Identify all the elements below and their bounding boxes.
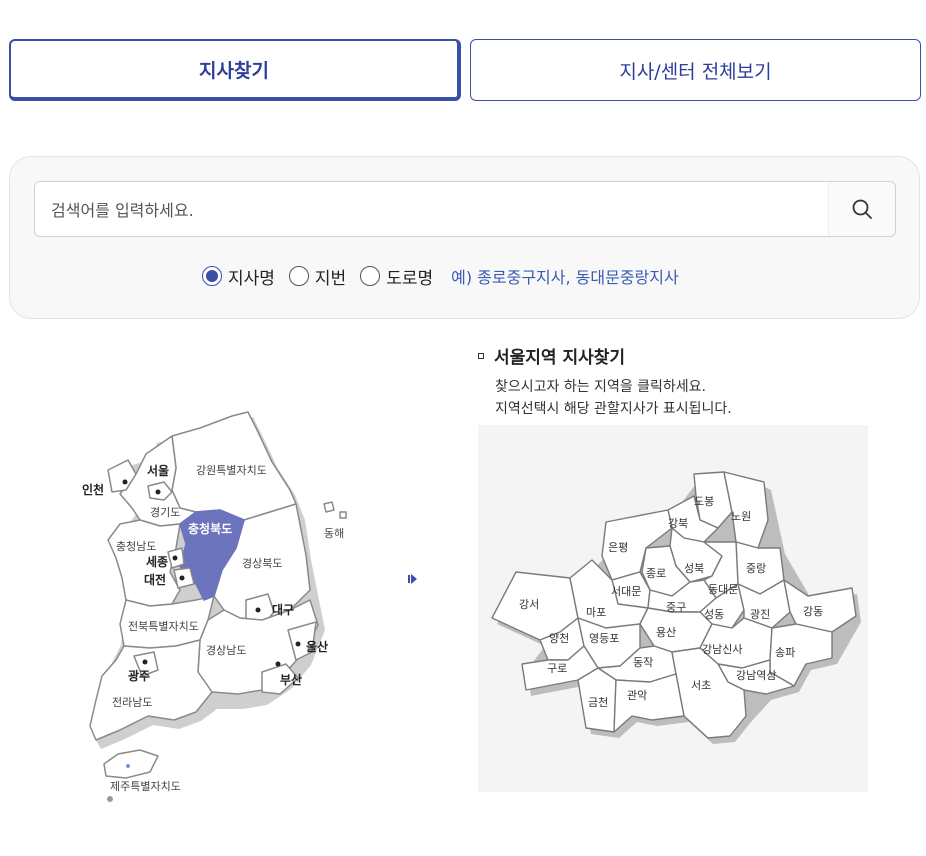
radio-circle [202, 266, 222, 286]
label-gangdong: 강동 [803, 605, 823, 618]
label-yongsan: 용산 [656, 626, 676, 639]
label-daejeon: 대전 [144, 572, 166, 587]
tab-view-all-label: 지사/센터 전체보기 [619, 60, 772, 83]
radio-label: 도로명 [386, 268, 434, 289]
seoul-map: 도봉 노원 강북 은평 성북 중랑 종로 동대문 서대문 강서 마포 중구 성동… [491, 471, 861, 744]
label-gwanak: 관악 [627, 689, 647, 702]
label-eunpyeong: 은평 [608, 541, 628, 554]
region-chungnam[interactable] [107, 519, 181, 607]
label-chungnam: 충청남도 [116, 540, 156, 553]
label-jungnang: 중랑 [746, 562, 766, 575]
label-seongbuk: 성북 [684, 562, 704, 575]
label-guro: 구로 [547, 662, 567, 675]
label-seodaemun: 서대문 [611, 585, 641, 598]
label-mapo: 마포 [586, 606, 606, 619]
label-junggu: 중구 [666, 601, 686, 614]
region-jeju[interactable] [103, 749, 159, 779]
seoul-heading: 서울지역 지사찾기 [478, 343, 625, 368]
label-ulsan: 울산 [306, 639, 328, 654]
radio-label: 지번 [314, 268, 347, 289]
label-jeonbuk: 전북특별자치도 [128, 620, 199, 633]
label-gangnam: 강남신사 [702, 643, 742, 656]
search-type-radios: 지사명 지번 도로명 예) 종로중구지사, 동대문중랑지사 [202, 261, 679, 291]
radio-label: 지사명 [228, 268, 275, 289]
label-gwangju: 광주 [128, 668, 150, 683]
label-gwangjin: 광진 [750, 608, 770, 621]
label-seoul: 서울 [147, 463, 169, 478]
search-button[interactable] [828, 182, 895, 236]
label-gangbuk: 강북 [668, 517, 688, 530]
label-songpa: 송파 [775, 646, 795, 659]
search-example: 예) 종로중구지사, 동대문중랑지사 [451, 268, 679, 287]
label-donghae: 동해 [324, 526, 344, 540]
search-panel: 지사명 지번 도로명 예) 종로중구지사, 동대문중랑지사 [9, 156, 920, 319]
label-seongdong: 성동 [704, 608, 724, 621]
label-dongdaemun: 동대문 [708, 583, 738, 596]
label-yeongdeungpo: 영등포 [589, 632, 619, 645]
label-chungbuk: 충청북도 [188, 521, 232, 536]
label-gyeongbuk: 경상북도 [242, 557, 282, 570]
seoul-desc-2: 지역선택시 해당 관할지사가 표시됩니다. [495, 401, 732, 417]
tab-find-branch[interactable]: 지사찾기 [9, 39, 461, 101]
search-box [34, 181, 896, 238]
label-jeju: 제주특별자치도 [110, 780, 181, 793]
tab-view-all[interactable]: 지사/센터 전체보기 [470, 39, 921, 101]
label-geumcheon: 금천 [588, 695, 608, 709]
label-sejong: 세종 [146, 554, 168, 569]
radio-lot-number[interactable]: 지번 [288, 264, 347, 289]
radio-circle [360, 266, 381, 286]
label-gyeonggi: 경기도 [150, 506, 180, 519]
square-bullet-icon [478, 352, 484, 359]
tab-find-branch-label: 지사찾기 [199, 59, 269, 82]
label-gyeongnam: 경상남도 [206, 644, 246, 657]
label-busan: 부산 [280, 672, 302, 687]
label-nowon: 노원 [731, 510, 751, 523]
arrow-right-icon [408, 574, 417, 584]
seoul-heading-text: 서울지역 지사찾기 [494, 348, 626, 368]
label-dongjak: 동작 [633, 656, 653, 669]
label-jongno: 종로 [646, 567, 666, 580]
label-dobong: 도봉 [694, 495, 714, 508]
label-gangwon: 강원특별자치도 [196, 464, 267, 477]
label-daegu: 대구 [272, 603, 294, 617]
label-incheon: 인천 [82, 482, 104, 497]
label-gangnamyeoksam: 강남역삼 [736, 669, 776, 682]
search-input[interactable] [49, 182, 823, 238]
label-yangcheon: 양천 [549, 631, 569, 645]
seoul-map-box: 도봉 노원 강북 은평 성북 중랑 종로 동대문 서대문 강서 마포 중구 성동… [478, 425, 868, 792]
radio-circle [288, 266, 309, 286]
label-gangseo: 강서 [519, 598, 539, 611]
search-icon [852, 199, 872, 219]
radio-branch-name[interactable]: 지사명 [202, 264, 275, 289]
label-jeonnam: 전라남도 [112, 696, 152, 709]
korea-map: 강원특별자치도 경기도 충청남도 경상북도 전북특별자치도 경상남도 전라남도 … [82, 411, 347, 802]
seoul-desc-1: 찾으시고자 하는 지역을 클릭하세요. [495, 379, 706, 395]
label-seocho: 서초 [691, 679, 711, 692]
radio-road-name[interactable]: 도로명 [360, 264, 433, 289]
